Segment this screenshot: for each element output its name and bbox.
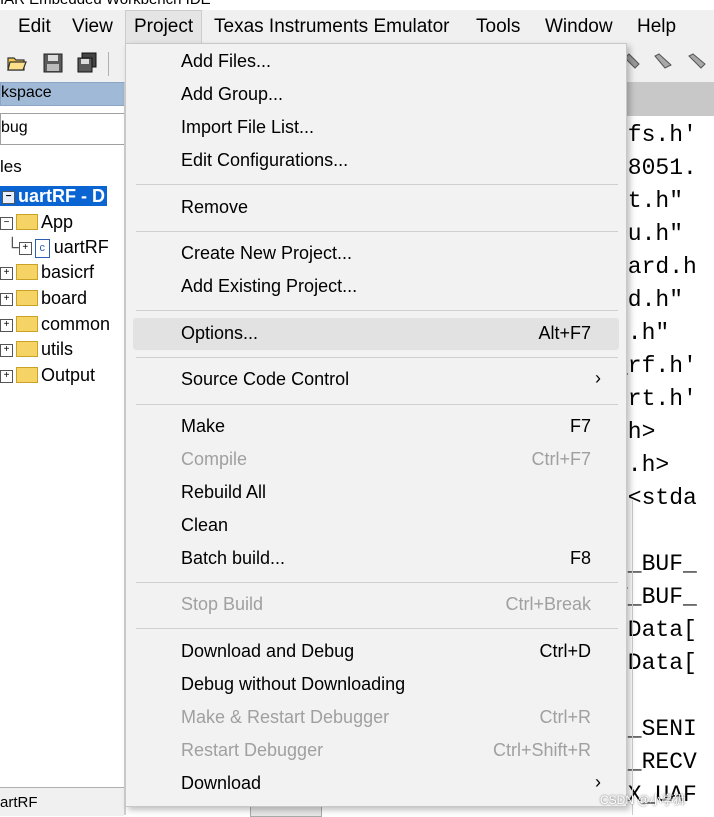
menu-item-add-group[interactable]: Add Group...: [133, 79, 619, 111]
window-title: IAR Embedded Workbench IDE: [0, 0, 211, 8]
shortcut-label: Ctrl+D: [539, 641, 591, 661]
folder-icon: [16, 290, 38, 307]
menu-item-add-existing-project[interactable]: Add Existing Project...: [133, 271, 619, 303]
folder-icon: [16, 264, 38, 281]
tree-label: utils: [41, 339, 74, 359]
workspace-header-label: kspace: [1, 84, 52, 101]
workspace-tab[interactable]: artRF: [0, 787, 124, 816]
editor-margin-line: [632, 500, 633, 815]
menu-item-make-restart-debugger[interactable]: Make & Restart Debugger Ctrl+R: [133, 702, 619, 734]
shortcut-label: Ctrl+R: [539, 707, 591, 727]
menu-item-debug-without-downloading[interactable]: Debug without Downloading: [133, 669, 619, 701]
expand-icon[interactable]: +: [0, 318, 13, 332]
expand-icon[interactable]: +: [0, 369, 13, 383]
menu-view[interactable]: View: [64, 10, 121, 44]
menu-window[interactable]: Window: [537, 10, 621, 44]
menu-item-restart-debugger[interactable]: Restart Debugger Ctrl+Shift+R: [133, 735, 619, 767]
submenu-arrow-icon: ›: [595, 368, 601, 388]
tree-node-basicrf[interactable]: + basicrf: [0, 260, 94, 284]
menu-separator: [136, 628, 618, 629]
editor-tab-bar: [614, 82, 714, 116]
menu-item-download-and-debug[interactable]: Download and Debug Ctrl+D: [133, 636, 619, 668]
configuration-select[interactable]: bug: [0, 113, 126, 145]
collapse-icon[interactable]: −: [0, 216, 13, 230]
save-icon[interactable]: [42, 52, 64, 74]
tool-icon[interactable]: [652, 52, 674, 74]
tree-label: board: [41, 288, 88, 308]
toolbar-separator: [108, 52, 109, 76]
menu-item-remove[interactable]: Remove: [133, 192, 619, 224]
menu-item-import-file-list[interactable]: Import File List...: [133, 112, 619, 144]
code-editor[interactable]: efs.h' c8051. nt.h" cu.h" oard.h ed.h" f…: [614, 116, 714, 815]
tree-label: common: [41, 314, 111, 334]
configuration-value: bug: [1, 119, 28, 136]
tree-node-utils[interactable]: + utils: [0, 337, 73, 361]
menu-item-source-code-control[interactable]: Source Code Control ›: [133, 364, 619, 396]
menu-item-options[interactable]: Options... Alt+F7: [133, 318, 619, 350]
shortcut-label: Ctrl+F7: [531, 449, 591, 469]
expand-icon[interactable]: +: [0, 343, 13, 357]
shortcut-label: Alt+F7: [538, 323, 591, 343]
menu-ti-emulator[interactable]: Texas Instruments Emulator: [206, 10, 457, 44]
tree-label: basicrf: [41, 262, 95, 282]
expand-icon[interactable]: +: [18, 241, 32, 255]
workspace-header: kspace: [0, 82, 126, 106]
menu-item-download[interactable]: Download ›: [133, 768, 619, 800]
menu-item-batch-build[interactable]: Batch build... F8: [133, 543, 619, 575]
menu-edit[interactable]: Edit: [10, 10, 59, 44]
menu-bar: Edit View Project Texas Instruments Emul…: [0, 10, 714, 44]
menu-item-make[interactable]: Make F7: [133, 411, 619, 443]
menu-separator: [136, 404, 618, 405]
menu-item-add-files[interactable]: Add Files...: [133, 46, 619, 78]
tool-icon[interactable]: [686, 52, 708, 74]
open-folder-icon[interactable]: [6, 52, 28, 74]
menu-separator: [136, 310, 618, 311]
save-all-icon[interactable]: [76, 52, 98, 74]
menu-help[interactable]: Help: [629, 10, 684, 44]
tree-label: App: [41, 212, 74, 232]
menu-item-clean[interactable]: Clean: [133, 510, 619, 542]
title-bar: IAR Embedded Workbench IDE: [0, 0, 714, 10]
folder-icon: [16, 341, 38, 358]
menu-item-compile[interactable]: Compile Ctrl+F7: [133, 444, 619, 476]
menu-separator: [136, 582, 618, 583]
tree-node-app[interactable]: − App: [0, 210, 73, 234]
tree-node-uartrf[interactable]: └ + c uartRF: [6, 235, 109, 259]
menu-item-rebuild-all[interactable]: Rebuild All: [133, 477, 619, 509]
menu-item-edit-configurations[interactable]: Edit Configurations...: [133, 145, 619, 177]
tree-node-project[interactable]: − uartRF - D: [0, 184, 107, 208]
folder-icon: [16, 316, 38, 333]
files-column-label: les: [0, 157, 22, 176]
shortcut-label: F7: [569, 416, 591, 436]
menu-item-stop-build[interactable]: Stop Build Ctrl+Break: [133, 589, 619, 621]
menu-separator: [136, 357, 618, 358]
expand-icon[interactable]: +: [0, 266, 13, 280]
tree-label: Output: [41, 365, 96, 385]
workspace-tab-label: artRF: [0, 794, 38, 811]
submenu-arrow-icon: ›: [595, 772, 601, 792]
folder-icon: [16, 214, 38, 231]
menu-item-create-new-project[interactable]: Create New Project...: [133, 238, 619, 270]
folder-icon: [16, 367, 38, 384]
menu-project[interactable]: Project: [125, 10, 203, 44]
tree-label: uartRF: [53, 237, 109, 257]
shortcut-label: Ctrl+Shift+R: [492, 740, 591, 760]
c-file-icon: c: [34, 238, 50, 258]
expand-icon[interactable]: +: [0, 292, 13, 306]
project-menu: Add Files... Add Group... Import File Li…: [125, 43, 627, 807]
tree-node-output[interactable]: + Output: [0, 363, 95, 387]
watermark: CSDN @小亭狮: [600, 793, 686, 807]
tree-node-common[interactable]: + common: [0, 312, 110, 336]
menu-separator: [136, 231, 618, 232]
menu-tools[interactable]: Tools: [468, 10, 528, 44]
project-label: uartRF - D: [18, 186, 105, 206]
shortcut-label: F8: [569, 548, 591, 568]
tree-node-board[interactable]: + board: [0, 286, 87, 310]
menu-separator: [136, 184, 618, 185]
shortcut-label: Ctrl+Break: [505, 594, 591, 614]
